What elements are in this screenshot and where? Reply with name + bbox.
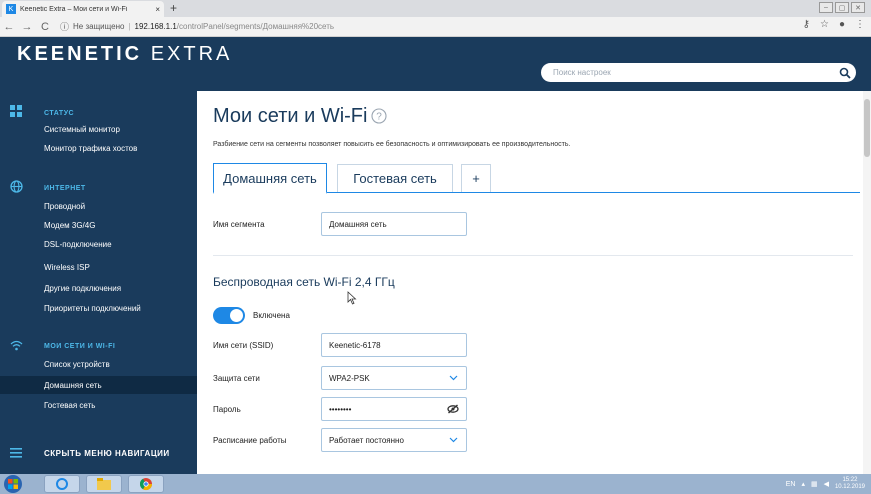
- sidebar-section-internet: ИНТЕРНЕТ: [44, 185, 86, 192]
- tab-guest-network[interactable]: Гостевая сеть: [337, 164, 453, 192]
- menu-icon[interactable]: ⋮: [855, 19, 865, 30]
- chevron-down-icon: [449, 436, 458, 445]
- url-security-label: Не защищено: [73, 22, 125, 31]
- sidebar-item-connection-priorities[interactable]: Приоритеты подключений: [44, 304, 141, 313]
- eye-slash-icon[interactable]: [447, 404, 459, 416]
- hamburger-icon[interactable]: [9, 446, 23, 460]
- page-description: Разбиение сети на сегменты позволяет пов…: [213, 141, 571, 148]
- url-path: /controlPanel/segments/Домашняя%20сеть: [176, 22, 335, 31]
- sidebar-item-dsl[interactable]: DSL-подключение: [44, 240, 112, 249]
- toggle-knob: [230, 309, 243, 322]
- windows-taskbar: EN ▴ ▦ ◀ 15:22 10.12.2019: [0, 474, 871, 494]
- wifi-enable-toggle[interactable]: [213, 307, 245, 324]
- settings-search-input[interactable]: Поиск настроек: [541, 63, 856, 82]
- security-label: Защита сети: [213, 374, 260, 383]
- ssid-input[interactable]: Keenetic-6178: [321, 333, 467, 357]
- sidebar-item-other-connections[interactable]: Другие подключения: [44, 284, 121, 293]
- address-bar-actions: ⚷ ☆ ● ⋮: [803, 19, 865, 30]
- tray-arrow-icon[interactable]: ▴: [801, 480, 805, 488]
- clock-time: 15:22: [842, 477, 858, 483]
- wifi-icon: [9, 338, 23, 352]
- page-title: Мои сети и Wi-Fi: [213, 105, 368, 127]
- search-placeholder: Поиск настроек: [553, 68, 611, 77]
- svg-text:?: ?: [376, 112, 382, 123]
- account-icon[interactable]: ●: [839, 19, 845, 30]
- url-separator: |: [128, 22, 131, 31]
- forward-icon[interactable]: →: [18, 21, 36, 33]
- segment-name-label: Имя сегмента: [213, 220, 265, 229]
- tab-title: Keenetic Extra – Мои сети и Wi-Fi: [20, 5, 128, 13]
- volume-icon[interactable]: ◀: [824, 480, 829, 488]
- chevron-down-icon: [449, 374, 458, 383]
- section-divider: [213, 255, 853, 256]
- address-bar: ← → C ⓘ Не защищено | 192.168.1.1 /contr…: [0, 17, 871, 37]
- clock-date: 10.12.2019: [834, 484, 865, 490]
- scrollbar-thumb[interactable]: [864, 99, 870, 157]
- toggle-label: Включена: [253, 311, 290, 320]
- keenetic-logo[interactable]: KEENETIC EXTRA: [17, 43, 232, 66]
- help-icon[interactable]: ?: [371, 108, 387, 129]
- schedule-select[interactable]: Работает постоянно: [321, 428, 467, 452]
- taskbar-ie-icon[interactable]: [44, 475, 80, 493]
- password-value: ••••••••: [329, 404, 352, 414]
- url-field[interactable]: ⓘ Не защищено | 192.168.1.1 /controlPane…: [60, 19, 334, 35]
- minimize-icon[interactable]: –: [819, 2, 833, 13]
- sidebar-item-wireless-isp[interactable]: Wireless ISP: [44, 263, 90, 272]
- schedule-value: Работает постоянно: [329, 435, 404, 445]
- back-icon[interactable]: ←: [0, 21, 18, 33]
- logo-light: EXTRA: [150, 43, 233, 65]
- logo-bold: KEENETIC: [17, 43, 143, 65]
- hide-navigation-button[interactable]: СКРЫТЬ МЕНЮ НАВИГАЦИИ: [44, 449, 170, 458]
- language-indicator[interactable]: EN: [786, 481, 796, 488]
- mouse-cursor-icon: [347, 291, 357, 310]
- segment-name-input[interactable]: Домашняя сеть: [321, 212, 467, 236]
- reload-icon[interactable]: C: [36, 21, 54, 33]
- sidebar-item-traffic-monitor[interactable]: Монитор трафика хостов: [44, 144, 137, 153]
- main-content: Мои сети и Wi-Fi ? Разбиение сети на сег…: [197, 91, 871, 474]
- close-window-icon[interactable]: ✕: [851, 2, 865, 13]
- schedule-label: Расписание работы: [213, 436, 287, 445]
- taskbar-chrome-icon[interactable]: [128, 475, 164, 493]
- star-icon[interactable]: ☆: [820, 19, 829, 30]
- url-host: 192.168.1.1: [134, 22, 177, 31]
- system-clock[interactable]: 15:22 10.12.2019: [835, 477, 865, 491]
- maximize-icon[interactable]: ▢: [835, 2, 849, 13]
- sidebar-item-guest-network[interactable]: Гостевая сеть: [44, 401, 95, 410]
- globe-icon: [9, 179, 23, 193]
- add-segment-button[interactable]: +: [461, 164, 491, 192]
- security-value: WPA2-PSK: [329, 373, 370, 383]
- tab-home-network[interactable]: Домашняя сеть: [213, 163, 327, 194]
- ssid-label: Имя сети (SSID): [213, 341, 274, 350]
- sidebar-section-status: СТАТУС: [44, 110, 75, 117]
- new-tab-button[interactable]: +: [170, 1, 177, 15]
- sidebar-item-device-list[interactable]: Список устройств: [44, 360, 110, 369]
- sidebar-section-my-networks: МОИ СЕТИ И WI-FI: [44, 343, 116, 350]
- taskbar-explorer-icon[interactable]: [86, 475, 122, 493]
- sidebar-item-home-network[interactable]: Домашняя сеть: [44, 381, 102, 390]
- key-icon[interactable]: ⚷: [803, 19, 810, 30]
- sidebar-item-modem[interactable]: Модем 3G/4G: [44, 221, 95, 230]
- screen: K Keenetic Extra – Мои сети и Wi-Fi × + …: [0, 0, 871, 494]
- sidebar-item-wired[interactable]: Проводной: [44, 202, 85, 211]
- tab-close-icon[interactable]: ×: [155, 5, 160, 14]
- sidebar-item-system-monitor[interactable]: Системный монитор: [44, 125, 120, 134]
- browser-tab[interactable]: K Keenetic Extra – Мои сети и Wi-Fi ×: [2, 1, 164, 17]
- keenetic-favicon-icon: K: [6, 4, 16, 14]
- start-button[interactable]: [4, 475, 22, 493]
- network-icon[interactable]: ▦: [811, 480, 818, 488]
- password-input[interactable]: ••••••••: [321, 397, 467, 421]
- info-icon[interactable]: ⓘ: [60, 20, 69, 33]
- page-scrollbar[interactable]: [863, 91, 871, 474]
- security-select[interactable]: WPA2-PSK: [321, 366, 467, 390]
- window-controls: – ▢ ✕: [819, 2, 865, 13]
- wireless-section-title: Беспроводная сеть Wi-Fi 2,4 ГГц: [213, 275, 395, 289]
- search-icon[interactable]: [834, 67, 856, 79]
- browser-tab-bar: K Keenetic Extra – Мои сети и Wi-Fi × + …: [0, 0, 871, 17]
- password-label: Пароль: [213, 405, 241, 414]
- system-tray: EN ▴ ▦ ◀ 15:22 10.12.2019: [786, 477, 865, 491]
- dashboard-icon: [9, 104, 23, 118]
- segment-tabs: Домашняя сеть Гостевая сеть +: [213, 163, 860, 194]
